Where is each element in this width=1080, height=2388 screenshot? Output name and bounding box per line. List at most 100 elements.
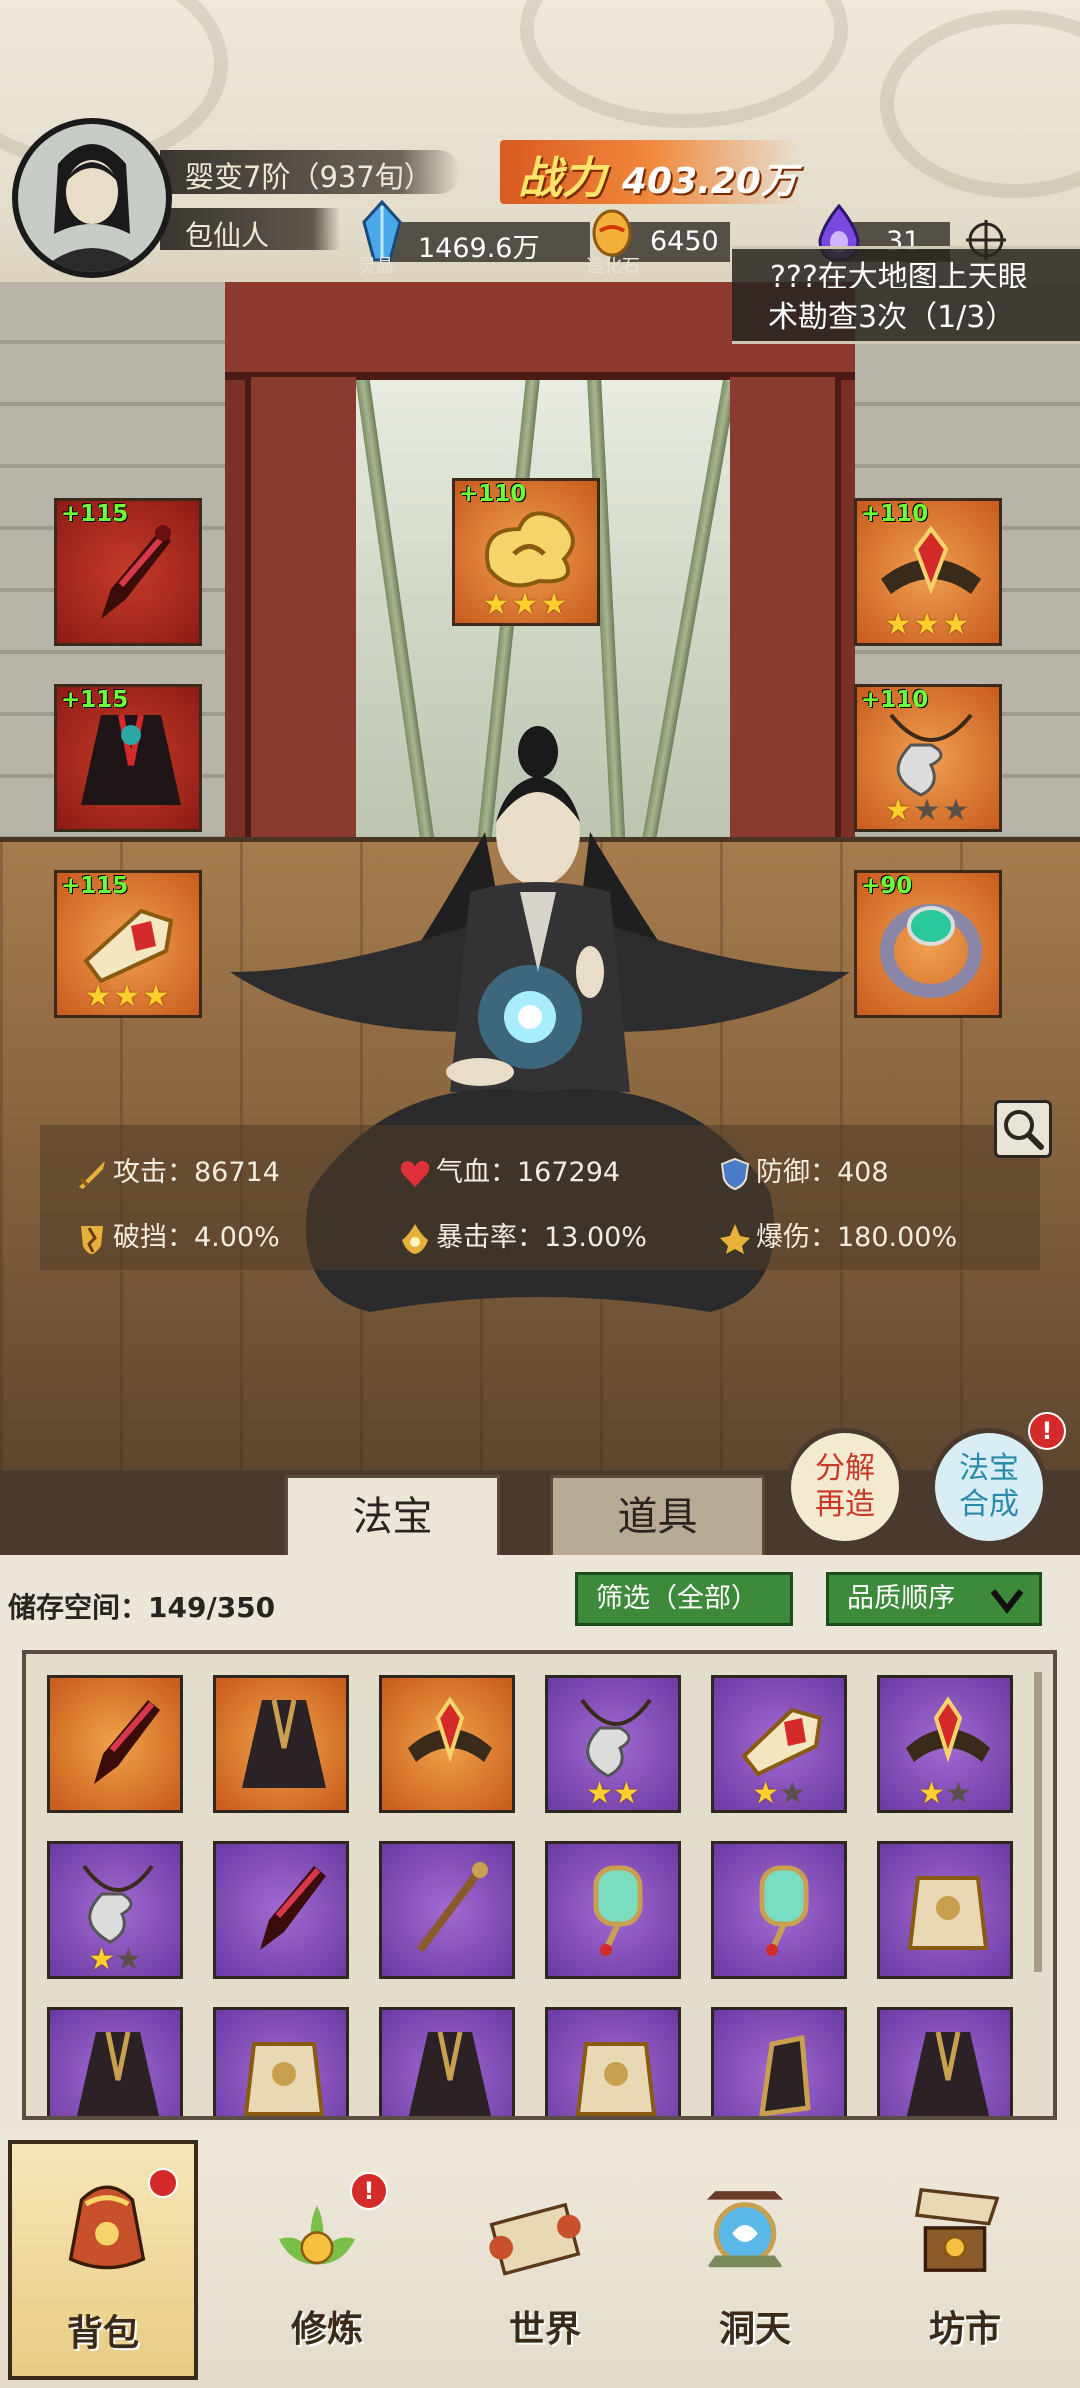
portrait [18, 124, 166, 272]
nav-label: 背包 [66, 2313, 139, 2354]
nav-world[interactable]: 世界 [450, 2140, 640, 2380]
nav-label: 洞天 [718, 2309, 791, 2350]
armor-icon [243, 2042, 325, 2116]
quest-line-clip: ???在大地图上天眼 [732, 246, 1080, 288]
star-rating: ★★ [752, 1776, 806, 1811]
filter-button[interactable]: 筛选（全部） [575, 1572, 793, 1626]
equip-slot-armor[interactable]: +115 [54, 684, 202, 832]
golden-egg-icon [592, 209, 632, 257]
inventory-slot[interactable] [877, 2007, 1013, 2116]
mirror-icon [759, 1865, 809, 1956]
equip-slot-boots[interactable]: +115 ★★★ [54, 870, 202, 1018]
inventory-slot[interactable] [47, 1675, 183, 1813]
equip-slot-headwear[interactable]: +110 ★★★ [854, 498, 1002, 646]
market-icon [914, 2187, 1000, 2272]
inventory-slot[interactable] [213, 1841, 349, 1979]
equip-slot-talisman[interactable]: +110 ★★★ [452, 478, 600, 626]
quest-target-icon [966, 220, 1006, 260]
nav-label: 世界 [508, 2309, 581, 2350]
boots-icon [83, 908, 174, 984]
armor-icon [575, 2042, 657, 2116]
tab-items[interactable]: 道具 [550, 1475, 765, 1560]
inventory-slot[interactable] [379, 1675, 515, 1813]
quest-line-2: 术勘查3次（1/3） [768, 300, 1016, 335]
stat-crit-rate: 暴击率：13.00% [398, 1215, 647, 1256]
meditating-cultivator [230, 726, 850, 1312]
inventory-slot[interactable] [545, 2007, 681, 2116]
star-rating: ★★★ [482, 587, 570, 622]
storage-label: 储存空间： [8, 1591, 149, 1624]
scroll-icon [489, 2202, 581, 2276]
nav-label: 修炼 [290, 2309, 363, 2350]
star-rating: ★★★ [884, 607, 972, 642]
stat-break: 破挡：4.00% [75, 1215, 280, 1256]
inventory-slot[interactable] [213, 1675, 349, 1813]
ring-icon [880, 904, 982, 998]
enhance-level: +110 [459, 481, 527, 507]
sword-icon [75, 1157, 109, 1191]
crit-icon [398, 1222, 432, 1256]
robe-icon [242, 1699, 326, 1788]
chevron-down-icon [990, 1589, 1024, 1614]
enhance-level: +115 [61, 687, 129, 713]
inventory-slot[interactable] [379, 1841, 515, 1979]
inventory-grid: ★★ ★★ ★★ ★★ [22, 1650, 1057, 2120]
stat-hp: 气血：167294 [398, 1150, 620, 1191]
enhance-level: +110 [861, 501, 929, 527]
inspect-button[interactable] [994, 1100, 1052, 1158]
stat-crit-damage: 爆伤：180.00% [718, 1215, 957, 1256]
inventory-slot[interactable] [711, 1841, 847, 1979]
inventory-scrollbar[interactable] [1034, 1672, 1042, 1972]
magnifier-icon [1004, 1110, 1044, 1150]
break-icon [75, 1222, 109, 1256]
portal-icon [706, 2191, 784, 2268]
enhance-level: +90 [861, 873, 913, 899]
combat-power-value: 403.20万 [622, 161, 797, 202]
crown-icon [408, 1696, 492, 1763]
spirit-crystal-amount: 1469.6万 [418, 233, 540, 264]
inventory-slot[interactable]: ★★ [877, 1675, 1013, 1813]
crown-icon [881, 525, 981, 595]
inventory-slot[interactable]: ★★ [545, 1675, 681, 1813]
sort-dropdown[interactable]: 品质顺序 [826, 1572, 1042, 1626]
inventory-slot[interactable] [877, 1841, 1013, 1979]
bag-icon [68, 2185, 146, 2270]
cultivation-realm: 婴变7阶（937旬） [185, 160, 433, 194]
star-rating: ★★ [88, 1942, 142, 1977]
shield-icon [718, 1157, 752, 1191]
robe-icon [76, 2031, 160, 2116]
inventory-slot[interactable] [47, 2007, 183, 2116]
nav-cultivate[interactable]: 修炼 [232, 2140, 422, 2380]
tab-treasures[interactable]: 法宝 [285, 1475, 500, 1560]
staff-icon [416, 1862, 488, 1953]
inventory-slot[interactable] [379, 2007, 515, 2116]
treasure-fusion-button[interactable]: 法宝 合成 [930, 1428, 1048, 1546]
stat-defense: 防御：408 [718, 1150, 889, 1191]
golden-cloud-icon [485, 511, 575, 588]
equip-slot-weapon[interactable]: +115 [54, 498, 202, 646]
decompose-label-line-1: 分解 [815, 1451, 875, 1486]
inventory-slot[interactable]: ★★ [711, 1675, 847, 1813]
inventory-slot[interactable]: ★★ [47, 1841, 183, 1979]
star-rating: ★★ [586, 1776, 640, 1811]
fusion-label-line-1: 法宝 [959, 1451, 1019, 1486]
creation-stone-amount: 6450 [650, 226, 719, 257]
fusion-label-line-2: 合成 [959, 1487, 1019, 1522]
creation-stone-label: 造化石 [586, 256, 640, 277]
inventory-slot[interactable] [711, 2007, 847, 2116]
decompose-button[interactable]: 分解 再造 [786, 1428, 904, 1546]
star-rating: ★★ [918, 1776, 972, 1811]
equip-slot-ring[interactable]: +90 [854, 870, 1002, 1018]
robe-icon [408, 2031, 492, 2116]
nav-market[interactable]: 坊市 [870, 2140, 1060, 2380]
equip-slot-necklace[interactable]: +110 ★★★ [854, 684, 1002, 832]
stat-attack: 攻击：86714 [75, 1150, 280, 1191]
cultivate-alert-badge: ! [350, 2172, 388, 2210]
decompose-label-line-2: 再造 [815, 1487, 875, 1522]
armor-icon [907, 1876, 989, 1950]
inventory-slot[interactable] [213, 2007, 349, 2116]
inventory-slot[interactable] [545, 1841, 681, 1979]
avatar[interactable] [12, 118, 172, 278]
nav-grotto[interactable]: 洞天 [660, 2140, 850, 2380]
enhance-level: +115 [61, 873, 129, 899]
